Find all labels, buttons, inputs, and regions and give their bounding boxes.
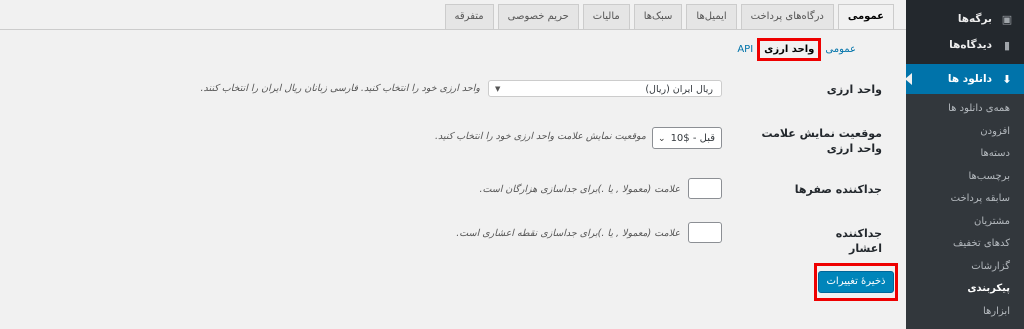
submenu-tools[interactable]: ابزارها — [906, 301, 1024, 324]
currency-label: واحد ارزی — [826, 83, 882, 96]
currency-select[interactable]: ریال ایران (ریال) ▼ — [488, 80, 722, 97]
settings-tabs: عمومی درگاه‌های پرداخت ایمیل‌ها سبک‌ها م… — [441, 4, 894, 30]
submenu-all-downloads[interactable]: همه‌ی دانلود ها — [906, 98, 1024, 121]
submenu-customers[interactable]: مشتریان — [906, 211, 1024, 234]
currency-description: واحد ارزی خود را انتخاب کنید. فارسی زبان… — [200, 83, 480, 94]
submenu-payment-history[interactable]: سابقه پرداخت — [906, 188, 1024, 211]
decimal-separator-label: جداکننده اعشار — [835, 227, 882, 255]
menu-item-comments[interactable]: ▮ دیدگاه‌ها — [906, 32, 1024, 58]
tab-general[interactable]: عمومی — [837, 4, 894, 30]
submenu-add[interactable]: افزودن — [906, 121, 1024, 144]
tabs-divider — [0, 29, 906, 30]
chevron-down-icon: ▼ — [495, 85, 501, 93]
tab-emails[interactable]: ایمیل‌ها — [686, 4, 737, 29]
submenu-discount-codes[interactable]: کدهای تخفیف — [906, 233, 1024, 256]
submenu-categories[interactable]: دسته‌ها — [906, 143, 1024, 166]
tab-payment-gateways[interactable]: درگاه‌های پرداخت — [740, 4, 834, 29]
submenu-settings[interactable]: پیکربندی — [906, 278, 1024, 301]
subnav-currency[interactable]: واحد ارزی — [757, 38, 822, 61]
currency-position-label: موقعیت نمایش علامت واحد ارزی — [761, 127, 882, 155]
chevron-down-icon: ⌄ — [658, 134, 666, 144]
thousands-separator-description: علامت (معمولا , یا .)برای جداسازی هزارگا… — [479, 184, 680, 195]
currency-position-select[interactable]: قبل - $10 ⌄ — [652, 127, 722, 149]
tab-taxes[interactable]: مالیات — [582, 4, 630, 29]
pages-icon: ▣ — [1001, 12, 1013, 26]
currency-position-description: موقعیت نمایش علامت واحد ارزی خود را انتخ… — [435, 131, 646, 142]
download-icon: ⬇ — [1002, 72, 1012, 86]
submenu-tags[interactable]: برچسب‌ها — [906, 166, 1024, 189]
currency-position-value: قبل - $10 — [670, 133, 715, 144]
currency-select-value: ریال ایران (ریال) — [645, 84, 713, 95]
thousands-separator-input[interactable] — [688, 178, 722, 199]
save-button[interactable]: ذخیرهٔ تغییرات — [817, 271, 895, 293]
subnav-api[interactable]: API — [737, 44, 753, 55]
section-subnav: عمومی واحد ارزی API — [733, 38, 860, 61]
tab-misc[interactable]: متفرقه — [444, 4, 494, 29]
menu-item-comments-label: دیدگاه‌ها — [949, 39, 992, 51]
decimal-separator-description: علامت (معمولا , یا .)برای جداسازی نقطه ا… — [456, 228, 680, 239]
tab-styles[interactable]: سبک‌ها — [633, 4, 683, 29]
save-highlight: ذخیرهٔ تغییرات — [814, 263, 898, 301]
menu-item-downloads[interactable]: ⬇ دانلود ها — [905, 64, 1024, 94]
comments-icon: ▮ — [1003, 38, 1011, 52]
submenu-reports[interactable]: گزارشات — [906, 256, 1024, 279]
menu-item-downloads-label: دانلود ها — [947, 73, 992, 85]
decimal-separator-input[interactable] — [688, 222, 722, 243]
tab-privacy[interactable]: حریم خصوصی — [497, 4, 579, 29]
admin-sidebar: ▣ برگه‌ها ▮ دیدگاه‌ها ⬇ دانلود ها همه‌ی … — [905, 0, 1024, 329]
menu-item-pages[interactable]: ▣ برگه‌ها — [906, 6, 1024, 32]
menu-item-pages-label: برگه‌ها — [957, 13, 992, 25]
subnav-general[interactable]: عمومی — [825, 44, 856, 55]
settings-content: عمومی درگاه‌های پرداخت ایمیل‌ها سبک‌ها م… — [0, 0, 906, 305]
thousands-separator-label: جداکننده صفرها — [794, 183, 882, 196]
downloads-submenu: همه‌ی دانلود ها افزودن دسته‌ها برچسب‌ها … — [906, 94, 1024, 329]
